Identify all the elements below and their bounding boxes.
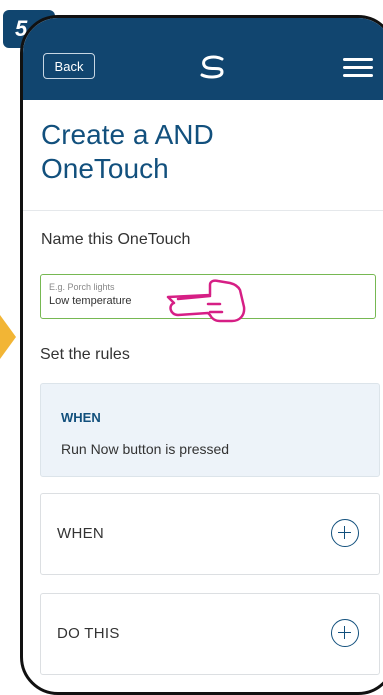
salus-logo-icon xyxy=(200,55,224,79)
phone-frame: Back Create a AND OneTouch Name this OneT… xyxy=(20,15,383,695)
arrow-pointer-icon xyxy=(0,315,16,359)
input-value: Low temperature xyxy=(49,295,132,307)
rule-heading: WHEN xyxy=(61,410,101,425)
add-when-icon[interactable] xyxy=(331,519,359,547)
existing-rule-card[interactable]: WHEN Run Now button is pressed xyxy=(40,383,380,477)
when-card-label: WHEN xyxy=(57,525,105,542)
back-button[interactable]: Back xyxy=(43,53,95,79)
section-divider xyxy=(23,210,383,211)
do-this-card[interactable]: DO THIS xyxy=(40,593,380,675)
do-this-card-label: DO THIS xyxy=(57,625,120,642)
hamburger-menu-icon[interactable] xyxy=(343,58,373,78)
page-title: Create a AND OneTouch xyxy=(41,119,214,184)
input-placeholder: E.g. Porch lights xyxy=(49,282,115,292)
name-section-label: Name this OneTouch xyxy=(41,231,191,248)
when-card[interactable]: WHEN xyxy=(40,493,380,575)
pointing-hand-icon xyxy=(166,279,246,323)
add-action-icon[interactable] xyxy=(331,619,359,647)
rule-description: Run Now button is pressed xyxy=(61,441,230,457)
top-app-bar: Back xyxy=(23,18,383,100)
rules-section-label: Set the rules xyxy=(40,346,130,363)
